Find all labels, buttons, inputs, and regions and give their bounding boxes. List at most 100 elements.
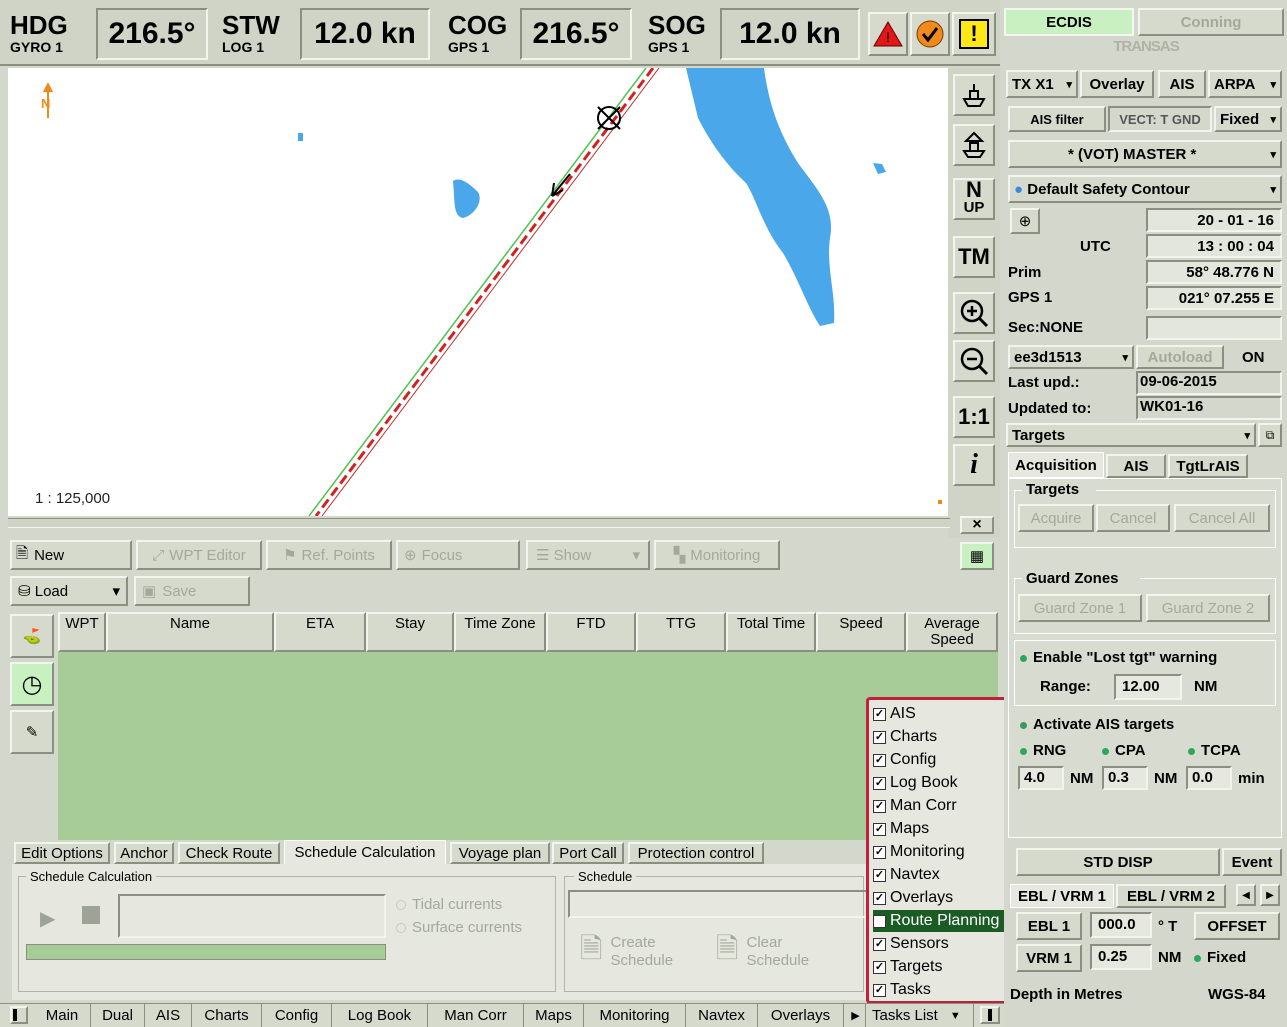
monitoring-button[interactable]: ▚ Monitoring bbox=[654, 540, 780, 570]
tasks-menu-item-route-planning[interactable]: ✓ Route Planning bbox=[873, 910, 1007, 932]
column-header-ttg[interactable]: TTG bbox=[636, 612, 726, 652]
checkbox-icon[interactable]: ✓ bbox=[873, 983, 886, 997]
popout-icon[interactable]: ⧉ bbox=[1258, 423, 1282, 447]
checkbox-icon[interactable]: ✓ bbox=[873, 891, 886, 905]
time-zone-icon[interactable]: ⊕ bbox=[1010, 208, 1040, 234]
tab-ebl-vrm-1[interactable]: EBL / VRM 1 bbox=[1010, 884, 1114, 908]
tab-conning[interactable]: Conning bbox=[1138, 8, 1284, 36]
std-disp-button[interactable]: STD DISP bbox=[1016, 848, 1220, 876]
tcpa-radio[interactable]: TCPA bbox=[1188, 742, 1241, 759]
column-header-stay[interactable]: Stay bbox=[366, 612, 454, 652]
tasks-menu-item-navtex[interactable]: ✓ Navtex bbox=[873, 864, 1007, 886]
stop-icon[interactable] bbox=[82, 906, 100, 924]
overlay-button[interactable]: Overlay bbox=[1080, 70, 1154, 98]
safety-contour-dropdown[interactable]: ● Default Safety Contour ▾ bbox=[1008, 175, 1282, 203]
checkbox-icon[interactable]: ✓ bbox=[873, 776, 886, 790]
warning-icon[interactable]: ! bbox=[952, 12, 996, 56]
tab-targets-ais[interactable]: AIS bbox=[1106, 454, 1166, 478]
vrm-fixed-checkbox[interactable]: Fixed bbox=[1194, 949, 1246, 966]
tasks-menu-item-overlays[interactable]: ✓ Overlays bbox=[873, 887, 1007, 909]
tasks-menu-item-tasks[interactable]: ✓ Tasks bbox=[873, 979, 1007, 1001]
tab-edit-options[interactable]: Edit Options bbox=[14, 842, 110, 864]
own-ship-icon[interactable] bbox=[953, 74, 995, 116]
cpa-input[interactable]: 0.3 bbox=[1102, 766, 1148, 790]
surface-currents-radio[interactable]: Surface currents bbox=[396, 919, 522, 936]
master-dropdown[interactable]: * (VOT) MASTER * ▾ bbox=[1008, 140, 1282, 168]
cancel-all-button[interactable]: Cancel All bbox=[1174, 504, 1270, 532]
cell-dropdown[interactable]: ee3d1513 ▾ bbox=[1008, 345, 1134, 369]
panel-splitter[interactable] bbox=[8, 518, 950, 528]
taskbar-tab-log-book[interactable]: Log Book bbox=[332, 1004, 428, 1027]
alarm-icon[interactable]: ! bbox=[868, 12, 908, 56]
cpa-radio[interactable]: CPA bbox=[1102, 742, 1146, 759]
column-header-wpt[interactable]: WPT bbox=[58, 612, 106, 652]
guard-zone-1-button[interactable]: Guard Zone 1 bbox=[1018, 594, 1142, 622]
column-header-eta[interactable]: ETA bbox=[274, 612, 366, 652]
lost-target-checkbox[interactable]: Enable "Lost tgt" warning bbox=[1020, 649, 1217, 666]
focus-button[interactable]: ⊕ Focus bbox=[396, 540, 520, 570]
vrm-1-button[interactable]: VRM 1 bbox=[1016, 944, 1082, 972]
clear-schedule-button[interactable]: 🗎 Clear Schedule bbox=[716, 930, 836, 974]
checkbox-icon[interactable]: ✓ bbox=[873, 799, 886, 813]
tab-acquisition[interactable]: Acquisition bbox=[1008, 452, 1104, 478]
cancel-button[interactable]: Cancel bbox=[1096, 504, 1170, 532]
new-route-button[interactable]: 🗎 New bbox=[10, 540, 132, 570]
route-icon[interactable]: ⛳ bbox=[10, 614, 54, 658]
autoload-button[interactable]: Autoload bbox=[1136, 345, 1224, 369]
one-to-one-button[interactable]: 1:1 bbox=[953, 396, 995, 438]
wpt-editor-button[interactable]: ⤢ WPT Editor bbox=[136, 540, 262, 570]
vector-fixed-dropdown[interactable]: Fixed ▾ bbox=[1214, 106, 1282, 132]
north-up-button[interactable]: N UP bbox=[953, 178, 995, 220]
ais-filter-button[interactable]: AIS filter bbox=[1008, 106, 1106, 132]
ebl-1-button[interactable]: EBL 1 bbox=[1016, 912, 1082, 940]
tcpa-input[interactable]: 0.0 bbox=[1186, 766, 1232, 790]
tab-ecdis[interactable]: ECDIS bbox=[1004, 8, 1134, 36]
guard-zone-2-button[interactable]: Guard Zone 2 bbox=[1146, 594, 1270, 622]
clock-icon[interactable]: ◷ bbox=[10, 662, 54, 706]
tab-voyage-plan[interactable]: Voyage plan bbox=[450, 842, 550, 864]
taskbar-tab-navtex[interactable]: Navtex bbox=[686, 1004, 758, 1027]
tasks-menu-item-ais[interactable]: ✓ AIS bbox=[873, 703, 1007, 725]
checkbox-icon[interactable]: ✓ bbox=[873, 914, 886, 928]
targets-dropdown[interactable]: Targets ▾ bbox=[1006, 423, 1256, 447]
column-header-average-speed[interactable]: Average Speed bbox=[906, 612, 998, 652]
taskbar-tab-overlays[interactable]: Overlays bbox=[758, 1004, 844, 1027]
taskbar-tab-monitoring[interactable]: Monitoring bbox=[584, 1004, 686, 1027]
column-header-total-time[interactable]: Total Time bbox=[726, 612, 816, 652]
rng-radio[interactable]: RNG bbox=[1020, 742, 1066, 759]
tasks-menu-item-charts[interactable]: ✓ Charts bbox=[873, 726, 1007, 748]
load-dropdown[interactable]: ⛁ Load ▾ bbox=[10, 576, 128, 606]
acquire-button[interactable]: Acquire bbox=[1018, 504, 1094, 532]
tasks-menu-item-monitoring[interactable]: ✓ Monitoring bbox=[873, 841, 1007, 863]
ref-points-button[interactable]: ⚑ Ref. Points bbox=[266, 540, 392, 570]
tab-protection-control[interactable]: Protection control bbox=[628, 842, 764, 864]
tasks-menu-item-man-corr[interactable]: ✓ Man Corr bbox=[873, 795, 1007, 817]
taskbar-right-toggle-icon[interactable] bbox=[980, 1006, 1000, 1024]
acknowledge-icon[interactable] bbox=[910, 12, 950, 56]
offset-button[interactable]: OFFSET bbox=[1194, 912, 1280, 940]
tx-dropdown[interactable]: TX X1 ▾ bbox=[1006, 70, 1078, 98]
column-header-ftd[interactable]: FTD bbox=[546, 612, 636, 652]
activate-ais-checkbox[interactable]: Activate AIS targets bbox=[1020, 716, 1174, 733]
checkbox-icon[interactable]: ✓ bbox=[873, 707, 886, 721]
create-schedule-button[interactable]: 🗎 Create Schedule bbox=[580, 930, 700, 974]
checkbox-icon[interactable]: ✓ bbox=[873, 822, 886, 836]
grid-icon[interactable]: ▦ bbox=[960, 542, 994, 570]
event-button[interactable]: Event bbox=[1222, 848, 1282, 876]
taskbar-tab-maps[interactable]: Maps bbox=[524, 1004, 584, 1027]
taskbar-tab-main[interactable]: Main bbox=[34, 1004, 91, 1027]
taskbar-tab-config[interactable]: Config bbox=[262, 1004, 332, 1027]
tab-schedule-calculation[interactable]: Schedule Calculation bbox=[284, 840, 446, 864]
ais-button[interactable]: AIS bbox=[1158, 70, 1206, 98]
arpa-dropdown[interactable]: ARPA ▾ bbox=[1208, 70, 1282, 98]
tab-port-call[interactable]: Port Call bbox=[552, 842, 624, 864]
range-input[interactable]: 12.00 bbox=[1114, 674, 1182, 700]
column-header-time-zone[interactable]: Time Zone bbox=[454, 612, 546, 652]
close-icon[interactable]: × bbox=[960, 516, 994, 534]
taskbar-tab-man-corr[interactable]: Man Corr bbox=[428, 1004, 524, 1027]
checkbox-icon[interactable]: ✓ bbox=[873, 730, 886, 744]
taskbar-tab-charts[interactable]: Charts bbox=[192, 1004, 262, 1027]
zoom-out-icon[interactable] bbox=[953, 340, 995, 382]
chevron-left-icon[interactable]: ◀ bbox=[1236, 884, 1256, 906]
column-header-name[interactable]: Name bbox=[106, 612, 274, 652]
